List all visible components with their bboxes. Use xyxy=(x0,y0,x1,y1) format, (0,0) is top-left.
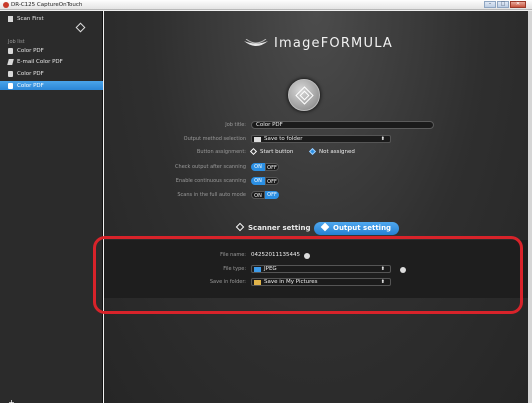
check-output-toggle[interactable]: ON OFF xyxy=(251,163,279,171)
scan-first-item[interactable]: Scan First xyxy=(0,14,103,23)
job-title-label: Job title: xyxy=(225,122,246,128)
brand-name: ImageFORMULA xyxy=(274,36,394,51)
continuous-row: Enable continuous scanning ON OFF xyxy=(104,177,528,186)
job-list-label: Job list xyxy=(8,39,25,45)
toggle-off[interactable]: OFF xyxy=(265,163,279,171)
scrollbar[interactable] xyxy=(528,11,532,403)
brand-logo: ImageFORMULA xyxy=(244,36,393,51)
email-icon xyxy=(7,58,14,65)
window-title: DR-C125 CaptureOnTouch xyxy=(11,2,83,8)
job-item-label: Color PDF xyxy=(17,47,44,54)
job-item-label: Color PDF xyxy=(17,82,44,89)
title-bar: DR-C125 CaptureOnTouch – □ ✕ xyxy=(0,0,532,10)
scan-first-label: Scan First xyxy=(17,15,44,22)
app-icon xyxy=(3,2,9,8)
toggle-off[interactable]: OFF xyxy=(265,191,279,199)
job-title-input[interactable]: Color PDF xyxy=(251,121,434,129)
tab-output-setting[interactable]: Output setting xyxy=(314,222,400,235)
toggle-on[interactable]: ON xyxy=(251,177,265,185)
job-item-color-pdf-selected[interactable]: Color PDF xyxy=(0,81,103,90)
output-method-select[interactable]: Save to folder ⬍ xyxy=(251,135,391,143)
pdf-icon xyxy=(8,70,13,77)
scanner-icon xyxy=(235,222,245,232)
folder-icon xyxy=(254,137,261,142)
start-button-label: Start button xyxy=(260,149,294,155)
settings-icon[interactable] xyxy=(75,22,86,33)
start-button-radio[interactable]: Start button xyxy=(249,147,294,157)
pdf-icon xyxy=(8,47,13,54)
tab-scanner-label: Scanner setting xyxy=(248,224,311,232)
not-assigned-label: Not assigned xyxy=(319,149,355,155)
full-auto-row: Scans in the full auto mode ON OFF xyxy=(104,191,528,200)
button-assignment-label: Button assignment: xyxy=(196,149,246,155)
pdf-icon xyxy=(8,82,13,89)
radio-selected-icon xyxy=(308,147,317,156)
job-item-label: E-mail Color PDF xyxy=(17,58,63,65)
full-auto-toggle[interactable]: ON OFF xyxy=(251,191,279,199)
minimize-button[interactable]: – xyxy=(484,1,496,8)
tab-output-label: Output setting xyxy=(333,224,392,232)
output-method-label: Output method selection xyxy=(183,136,246,142)
job-title-row: Job title: Color PDF xyxy=(104,121,528,130)
scan-first-icon xyxy=(8,15,13,22)
close-button[interactable]: ✕ xyxy=(510,1,526,8)
not-assigned-radio[interactable]: Not assigned xyxy=(308,147,355,157)
output-icon xyxy=(320,222,330,232)
job-item-email-color-pdf[interactable]: E-mail Color PDF xyxy=(0,57,103,66)
check-output-row: Check output after scanning ON OFF xyxy=(104,163,528,172)
continuous-toggle[interactable]: ON OFF xyxy=(251,177,279,185)
output-method-row: Output method selection Save to folder ⬍ xyxy=(104,135,528,144)
toggle-on[interactable]: ON xyxy=(251,163,265,171)
job-item-color-pdf-2[interactable]: Color PDF xyxy=(0,69,103,78)
continuous-label: Enable continuous scanning xyxy=(175,178,246,184)
job-item-color-pdf-1[interactable]: Color PDF xyxy=(0,46,103,55)
tab-scanner-setting[interactable]: Scanner setting xyxy=(229,222,319,235)
highlight-annotation xyxy=(93,236,523,314)
add-job-button[interactable]: + xyxy=(7,398,16,403)
toggle-off[interactable]: OFF xyxy=(265,177,279,185)
job-item-label: Color PDF xyxy=(17,70,44,77)
start-scan-button[interactable] xyxy=(288,79,320,111)
main-panel: ImageFORMULA Job title: Color PDF Output… xyxy=(104,11,528,403)
button-assignment-row: Button assignment: Start button Not assi… xyxy=(104,147,528,157)
output-method-value: Save to folder xyxy=(264,136,303,142)
dropdown-arrow-icon: ⬍ xyxy=(380,136,385,142)
toggle-on[interactable]: ON xyxy=(251,191,265,199)
check-output-label: Check output after scanning xyxy=(175,164,246,170)
radio-icon xyxy=(249,147,258,156)
window-controls: – □ ✕ xyxy=(484,1,526,8)
maximize-button[interactable]: □ xyxy=(497,1,509,8)
full-auto-label: Scans in the full auto mode xyxy=(177,192,246,198)
brand-mark-icon xyxy=(244,38,268,46)
sidebar: Scan First Job list Color PDF E-mail Col… xyxy=(0,11,103,403)
